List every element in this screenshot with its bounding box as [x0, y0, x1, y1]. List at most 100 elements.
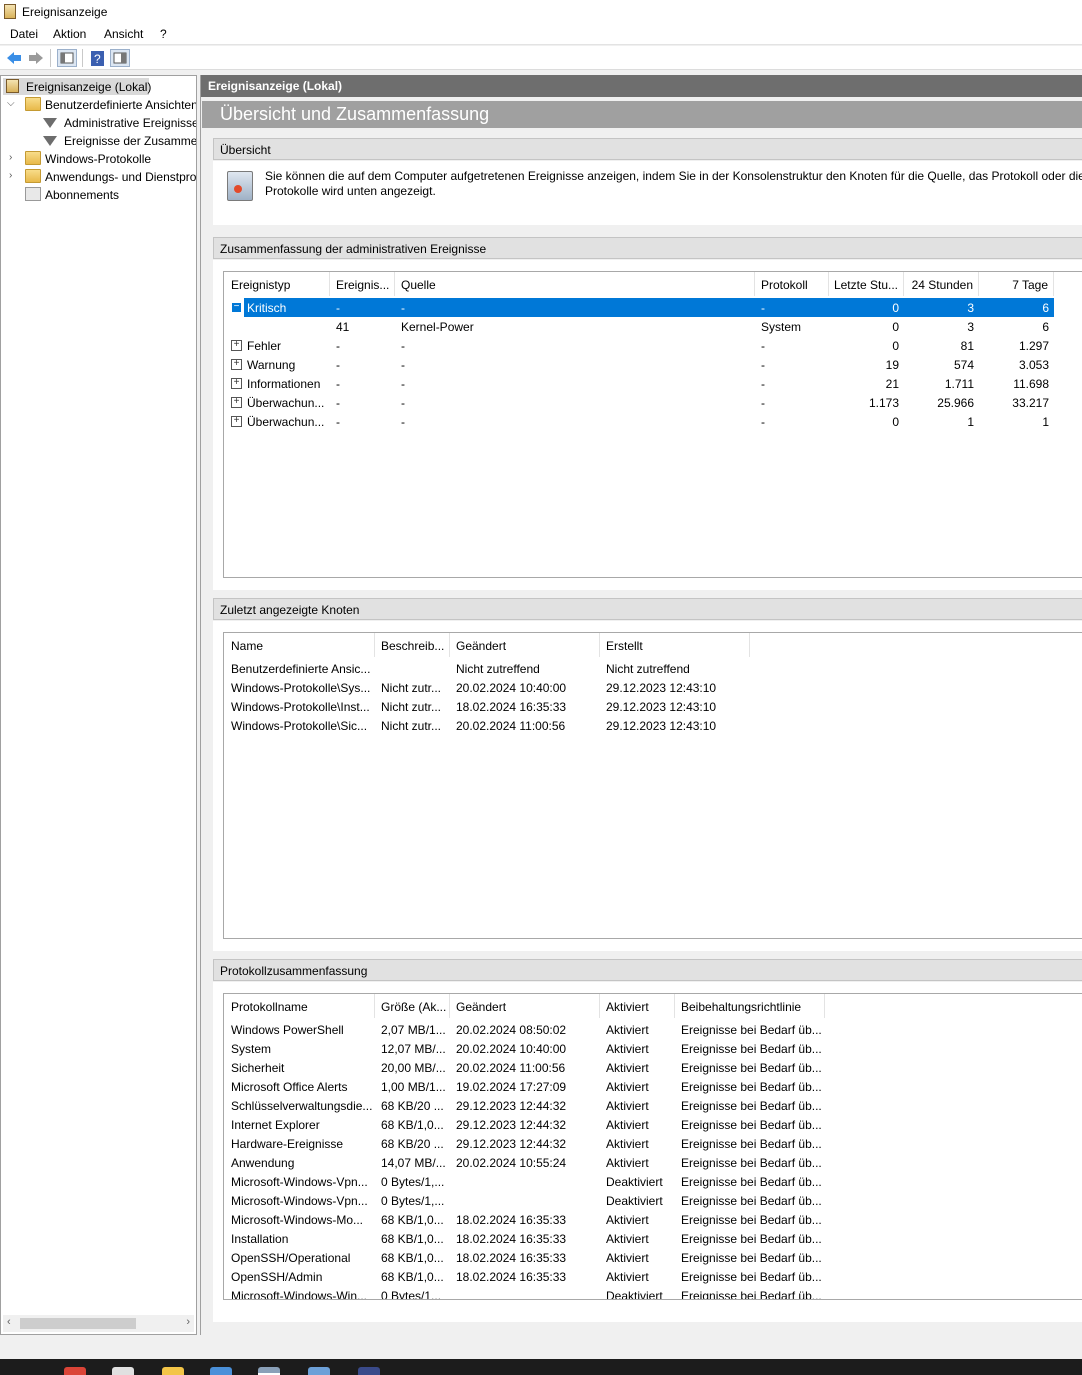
app-taskbar-icon[interactable] [112, 1367, 134, 1375]
log-summary-row[interactable]: Microsoft-Windows-Win... 0 Bytes/1... Deak… [224, 1286, 1054, 1300]
log-summary-row[interactable]: Microsoft Office Alerts 1,00 MB/1... 19.02… [224, 1077, 1054, 1096]
recent-node-row[interactable]: Windows-Protokolle\Sic... Nicht zutr... 20… [224, 716, 1054, 735]
tree-item-app-logs[interactable]: › Anwendungs- und Dienstprotokolle [3, 168, 196, 185]
log-summary-row[interactable]: System 12,07 MB/... 20.02.2024 10:40:00 Akt… [224, 1039, 1054, 1058]
event-summary-row[interactable]: + Überwachun... - - -1.173 25.966 33.217 [224, 393, 1054, 412]
log-summary-row[interactable]: Hardware-Ereignisse 68 KB/20 ... 29.12.202… [224, 1134, 1054, 1153]
column-header[interactable]: Letzte Stu... [829, 272, 904, 296]
folder-icon [25, 151, 41, 165]
log-summary-row[interactable]: Windows PowerShell 2,07 MB/1... 20.02.2024… [224, 1020, 1054, 1039]
chevron-right-icon[interactable]: › [9, 152, 19, 164]
tree-item-label: Windows-Protokolle [45, 152, 152, 166]
chevron-right-icon[interactable]: › [9, 170, 19, 182]
collapse-icon[interactable]: − [231, 302, 242, 313]
chevron-down-icon[interactable]: ⌵ [7, 98, 17, 110]
event-summary-row[interactable]: − Kritisch - - - 0 3 6 [231, 298, 1054, 317]
section-header-overview[interactable]: Übersicht [213, 138, 1082, 160]
column-header[interactable]: Beibehaltungsrichtlinie [675, 994, 825, 1018]
cell-day: 25.966 [937, 396, 974, 410]
expand-icon[interactable]: + [231, 397, 242, 408]
menu-help[interactable]: ? [160, 27, 167, 41]
expand-icon[interactable]: + [231, 340, 242, 351]
menu-ansicht[interactable]: Ansicht [104, 27, 143, 41]
log-summary-row[interactable]: OpenSSH/Admin 68 KB/1,0... 18.02.2024 16:3… [224, 1267, 1054, 1286]
column-header[interactable]: Geändert [450, 994, 600, 1018]
cell-day: 574 [953, 358, 974, 372]
log-summary-row[interactable]: Schlüsselverwaltungsdie... 68 KB/20 ... 29… [224, 1096, 1054, 1115]
app-taskbar-icon[interactable] [210, 1367, 232, 1375]
event-summary-row[interactable]: 41 Kernel-Power System 0 3 6 [224, 317, 1054, 336]
explorer-taskbar-icon[interactable] [162, 1367, 184, 1375]
scroll-right-icon[interactable]: › [186, 1316, 190, 1328]
section-header-recent-nodes[interactable]: Zuletzt angezeigte Knoten [213, 598, 1082, 620]
log-summary-row[interactable]: Microsoft-Windows-Mo... 68 KB/1,0... 18.02… [224, 1210, 1054, 1229]
log-summary-row[interactable]: Internet Explorer 68 KB/1,0... 29.12.2023 … [224, 1115, 1054, 1134]
back-arrow-icon[interactable] [4, 49, 24, 67]
chrome-taskbar-icon[interactable] [64, 1367, 86, 1375]
event-summary-row[interactable]: + Überwachun... - - -0 1 1 [224, 412, 1054, 431]
tree-item-summary-events[interactable]: Ereignisse der Zusammenfassung [3, 132, 196, 149]
column-header[interactable]: 24 Stunden [904, 272, 979, 296]
section-header-admin-summary[interactable]: Zusammenfassung der administrativen Erei… [213, 237, 1082, 259]
column-header[interactable]: Erstellt [600, 633, 750, 657]
cell: 68 KB/20 ... [381, 1099, 444, 1113]
column-header[interactable]: Protokoll [755, 272, 829, 296]
expand-icon[interactable]: + [231, 359, 242, 370]
recent-node-row[interactable]: Benutzerdefinierte Ansic... Nicht zutreff… [224, 659, 1054, 678]
recent-node-row[interactable]: Windows-Protokolle\Inst... Nicht zutr... 1… [224, 697, 1054, 716]
scrollbar-thumb[interactable] [20, 1318, 136, 1329]
log-summary-row[interactable]: Installation 68 KB/1,0... 18.02.2024 16:35… [224, 1229, 1054, 1248]
help-icon[interactable]: ? [88, 49, 108, 67]
cell: Anwendung [231, 1156, 295, 1170]
tree-item-admin-events[interactable]: Administrative Ereignisse [3, 114, 196, 131]
forward-arrow-icon[interactable] [26, 49, 46, 67]
menu-datei[interactable]: Datei [10, 27, 38, 41]
event-summary-row[interactable]: + Warnung - - - 19 574 3.053 [224, 355, 1054, 374]
recent-node-row[interactable]: Windows-Protokolle\Sys... Nicht zutr... 20… [224, 678, 1054, 697]
app-taskbar-icon[interactable] [308, 1367, 330, 1375]
expand-icon[interactable]: + [231, 416, 242, 427]
column-header[interactable]: Größe (Ak... [375, 994, 450, 1018]
cell: 29.12.2023 12:44:32 [456, 1137, 567, 1151]
show-hide-action-pane-icon[interactable] [110, 49, 130, 67]
expand-icon[interactable]: + [231, 378, 242, 389]
column-header[interactable]: Quelle [395, 272, 755, 296]
pane-header: Ereignisanzeige (Lokal) [201, 75, 1082, 97]
menu-aktion[interactable]: Aktion [53, 27, 86, 41]
cell: Microsoft-Windows-Vpn... [231, 1175, 368, 1189]
tree-item-root[interactable]: Ereignisanzeige (Lokal) [3, 78, 151, 95]
log-summary-row[interactable]: Microsoft-Windows-Vpn... 0 Bytes/1,... Dea… [224, 1172, 1054, 1191]
event-summary-row[interactable]: + Informationen - - - 21 1.711 11.698 [224, 374, 1054, 393]
column-header[interactable]: Geändert [450, 633, 600, 657]
cell-id: - [336, 396, 340, 410]
log-summary-row[interactable]: Sicherheit 20,00 MB/... 20.02.2024 11:00:5… [224, 1058, 1054, 1077]
show-hide-console-tree-icon[interactable] [57, 49, 77, 67]
tree-item-label: Abonnements [45, 188, 120, 202]
tree-item-windows-logs[interactable]: › Windows-Protokolle [3, 150, 196, 167]
cell: 18.02.2024 16:35:33 [456, 1213, 567, 1227]
app-taskbar-icon[interactable] [358, 1367, 380, 1375]
tree-item-label: Administrative Ereignisse [64, 116, 196, 130]
cell-log: - [761, 396, 765, 410]
cell: 0 Bytes/1,... [381, 1175, 445, 1189]
column-header[interactable]: Ereignistyp [224, 272, 330, 296]
column-header[interactable]: 7 Tage [979, 272, 1054, 296]
log-summary-row[interactable]: Microsoft-Windows-Vpn... 0 Bytes/1,... Dea… [224, 1191, 1054, 1210]
tree-item-custom-views[interactable]: ⌵ Benutzerdefinierte Ansichten [3, 96, 196, 113]
event-viewer-taskbar-icon[interactable] [258, 1367, 280, 1375]
log-summary-row[interactable]: Anwendung 14,07 MB/... 20.02.2024 10:55:24… [224, 1153, 1054, 1172]
column-header[interactable]: Name [224, 633, 375, 657]
cell: Deaktiviert [606, 1289, 663, 1300]
tree-horizontal-scrollbar[interactable]: ‹ › [3, 1315, 194, 1332]
scroll-left-icon[interactable]: ‹ [7, 1316, 11, 1328]
column-header[interactable]: Aktiviert [600, 994, 675, 1018]
section-header-log-summary[interactable]: Protokollzusammenfassung [213, 959, 1082, 981]
column-header[interactable]: Ereignis... [330, 272, 395, 296]
log-summary-row[interactable]: OpenSSH/Operational 68 KB/1,0... 18.02.202… [224, 1248, 1054, 1267]
cell-source: - [401, 415, 405, 429]
column-header[interactable]: Beschreib... [375, 633, 450, 657]
event-summary-row[interactable]: + Fehler - - - 0 81 1.297 [224, 336, 1054, 355]
column-header[interactable]: Protokollname [224, 994, 375, 1018]
tree-item-subscriptions[interactable]: Abonnements [3, 186, 196, 203]
cell: Benutzerdefinierte Ansic... [231, 662, 371, 676]
